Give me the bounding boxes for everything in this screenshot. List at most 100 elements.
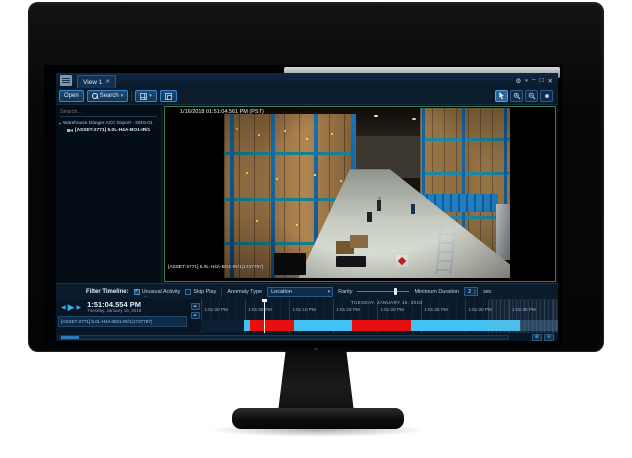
timeline-ruler[interactable]: TUESDAY, JANUARY 16, 2018 1:51:00 PM1:51…	[201, 299, 558, 333]
panel-collapse-button[interactable]: ◂▸	[191, 303, 200, 310]
layout-caret-icon: ▾	[149, 93, 152, 99]
camera-icon	[67, 128, 73, 133]
timeline-camera-row-label[interactable]: [ASSET-2771] 5.0L-H4A-BO1-IR/1(1737797)	[58, 316, 187, 327]
timeline-tick-label: 1:51:20 PM	[380, 307, 404, 312]
toolbar-divider	[131, 91, 132, 101]
minimum-duration-input[interactable]	[465, 289, 474, 295]
zoom-out-tool-button[interactable]	[525, 90, 538, 102]
timeline-playhead[interactable]	[264, 299, 265, 333]
select-tool-button[interactable]	[495, 90, 508, 102]
checkbox-unchecked-icon[interactable]	[185, 289, 191, 295]
tree-item-export-folder[interactable]: ▾ Warehouse Danger ACC Export - 2016-01	[56, 120, 161, 127]
timeline-tick-label: 1:51:00 PM	[204, 307, 228, 312]
window-close-button[interactable]: ✕	[548, 77, 553, 85]
tree-item-label: [ASSET-2771] 5.0L-H4A-BO1-IR/1	[75, 128, 150, 133]
anomaly-type-label: Anomaly Type	[227, 289, 262, 295]
timeline-zoom-in-button[interactable]: ⊕	[532, 334, 542, 341]
cursor-icon	[498, 92, 505, 100]
layout-grid-icon	[140, 93, 147, 100]
filter-timeline-bar: Filter Timeline: ✓ Unusual Activity Skip…	[56, 283, 558, 299]
timeline-section: ◀ ▶ ▶ 1:51:04.554 PM Tuesday, January 16…	[56, 299, 558, 333]
current-date: Tuesday, January 16, 2018	[87, 309, 141, 314]
open-button-label: Open	[64, 93, 79, 99]
rarity-slider[interactable]	[357, 288, 409, 296]
timeline-scrollbar[interactable]	[59, 335, 509, 340]
minimum-duration-label: Minimum Duration	[414, 289, 459, 295]
tree-item-camera[interactable]: [ASSET-2771] 5.0L-H4A-BO1-IR/1	[56, 127, 161, 134]
tab-close-icon[interactable]: ✕	[105, 79, 110, 85]
pan-icon	[543, 92, 551, 100]
pan-tool-button[interactable]	[540, 90, 553, 102]
rarity-slider-track	[357, 291, 409, 292]
settings-gear-icon[interactable]: ⚙	[515, 77, 521, 85]
tab-label: View 1	[83, 79, 102, 86]
unusual-activity-checkbox[interactable]: ✓ Unusual Activity	[134, 289, 181, 295]
filterbar-divider	[221, 287, 222, 297]
timeline-activity-segment-unusual-activity[interactable]	[352, 320, 411, 331]
skip-play-label: Skip Play	[193, 289, 216, 295]
timeline-activity-segment-unusual-activity[interactable]	[250, 320, 294, 331]
open-button[interactable]: Open	[59, 90, 84, 102]
timeline-tick-label: 1:51:25 PM	[424, 307, 448, 312]
fullscreen-icon	[165, 93, 172, 100]
video-panel[interactable]: 1/16/2018 01:51:04.561 PM (PST)	[164, 106, 556, 282]
timeline-no-data-region	[488, 299, 558, 333]
filter-timeline-title: Filter Timeline:	[86, 289, 129, 295]
search-button-label: Search	[100, 93, 119, 99]
tree-item-label: Warehouse Danger ACC Export - 2016-01	[63, 121, 153, 126]
spin-down-icon[interactable]: ▾	[474, 292, 476, 294]
sidebar-search-input[interactable]	[60, 108, 157, 116]
panel-collapse-button[interactable]: ◂▸	[191, 312, 200, 319]
anomaly-type-value: Location	[271, 289, 292, 295]
menu-hamburger-icon[interactable]	[60, 75, 72, 86]
settings-caret-icon[interactable]: ▾	[525, 78, 528, 84]
search-icon	[92, 93, 98, 99]
warehouse-video-frame	[224, 108, 510, 278]
toolbar: Open Search ▾ ▾	[56, 88, 558, 105]
anomaly-type-select[interactable]: Location ▾	[267, 287, 333, 297]
video-camera-label-overlay: [ASSET-2771] 5.0L-H4A-BO1-IR/1(1737797)	[168, 265, 263, 270]
filterbar-collapse-handle[interactable]: ···	[144, 294, 146, 300]
timeline-scrollbar-thumb[interactable]	[61, 336, 79, 339]
minimum-duration-unit: sec	[483, 289, 492, 295]
play-button[interactable]: ▶	[68, 303, 75, 312]
acc-app-window: View 1 ✕ ⚙ ▾ − □ ✕ Open Search	[56, 73, 558, 341]
timeline-scrollbar-row: ⊕ ⊖	[56, 333, 558, 341]
timeline-tick-label: 1:51:05 PM	[248, 307, 272, 312]
current-time: 1:51:04.554 PM	[87, 301, 141, 309]
timeline-tick-label: 1:51:10 PM	[292, 307, 316, 312]
current-time-display: 1:51:04.554 PM Tuesday, January 16, 2018	[87, 301, 141, 314]
monitor-stand-neck	[278, 351, 354, 412]
fullscreen-button[interactable]	[160, 90, 177, 102]
rarity-label: Rarity	[338, 289, 352, 295]
timeline-zoom-out-button[interactable]: ⊖	[544, 334, 554, 341]
next-button[interactable]: ▶	[77, 304, 82, 311]
tab-view-1[interactable]: View 1 ✕	[77, 75, 116, 88]
zoom-out-icon	[528, 92, 536, 100]
previous-button[interactable]: ◀	[61, 304, 66, 311]
search-button[interactable]: Search ▾	[87, 90, 129, 102]
sidebar-search[interactable]	[60, 108, 157, 117]
window-minimize-button[interactable]: −	[532, 77, 536, 84]
zoom-in-tool-button[interactable]	[510, 90, 523, 102]
minimum-duration-stepper[interactable]: ▴ ▾	[464, 287, 478, 296]
timeline-tick-label: 1:51:15 PM	[336, 307, 360, 312]
window-restore-button[interactable]: □	[540, 77, 544, 84]
video-timestamp-overlay: 1/16/2018 01:51:04.561 PM (PST)	[180, 109, 264, 115]
monitor-logo-dot	[314, 348, 318, 350]
view-layout-button[interactable]: ▾	[135, 90, 157, 102]
playback-controls: ◀ ▶ ▶ 1:51:04.554 PM Tuesday, January 16…	[56, 299, 189, 315]
skip-play-checkbox[interactable]: Skip Play	[185, 289, 216, 295]
camera-tree-sidebar: ▾ Warehouse Danger ACC Export - 2016-01 …	[56, 105, 162, 283]
tree-expander-icon[interactable]: ▾	[59, 121, 61, 126]
timeline-activity-segment-motion[interactable]	[294, 320, 352, 331]
unusual-activity-label: Unusual Activity	[142, 289, 181, 295]
timeline-panel-divider: ◂▸ ◂▸	[189, 299, 201, 333]
screen: View 1 ✕ ⚙ ▾ − □ ✕ Open Search	[44, 65, 562, 347]
rarity-slider-handle[interactable]	[394, 288, 397, 295]
checkbox-checked-icon[interactable]: ✓	[134, 289, 140, 295]
search-caret-icon: ▾	[121, 93, 124, 99]
zoom-in-icon	[513, 92, 521, 100]
monitor-stand-base	[232, 408, 404, 429]
select-caret-icon: ▾	[328, 289, 331, 295]
